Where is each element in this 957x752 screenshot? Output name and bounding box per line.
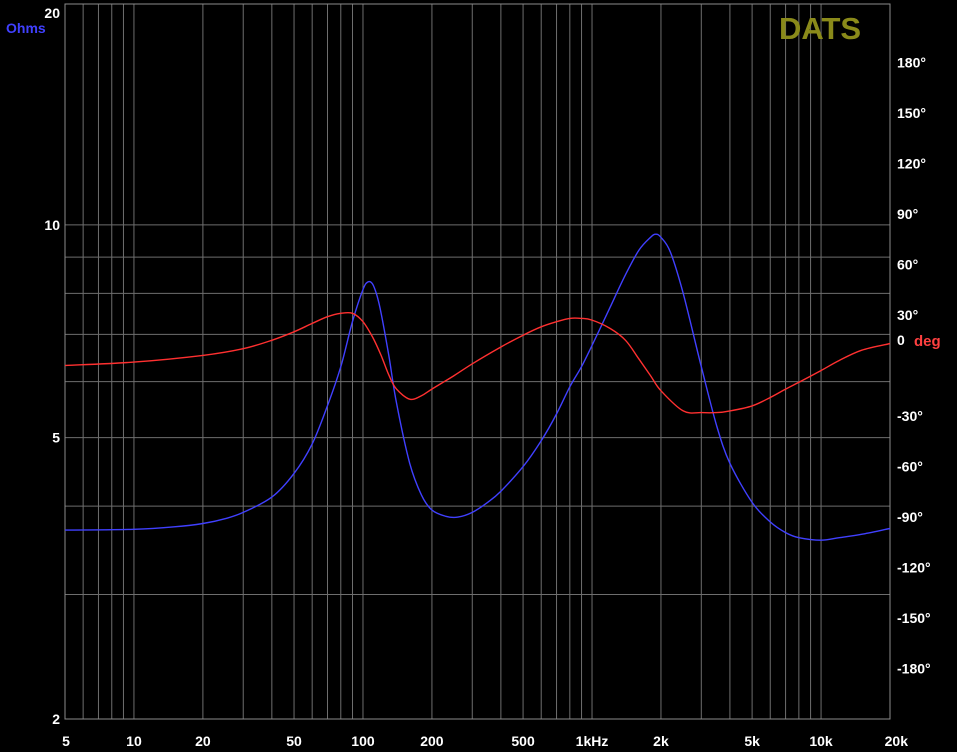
x-tick-label: 2k	[653, 733, 669, 749]
left-tick-label: 10	[44, 217, 60, 233]
right-tick-label: -60°	[897, 459, 923, 475]
right-tick-label: -180°	[897, 661, 931, 677]
left-tick-label: 20	[44, 5, 60, 21]
right-tick-label: -150°	[897, 610, 931, 626]
right-tick-label: 60°	[897, 257, 918, 273]
chart-background	[0, 0, 957, 752]
x-tick-label: 1kHz	[576, 733, 609, 749]
right-tick-label: 180°	[897, 55, 926, 71]
right-axis-unit-label: deg	[914, 333, 941, 350]
right-tick-label: 120°	[897, 156, 926, 172]
x-tick-label: 100	[351, 733, 375, 749]
x-tick-label: 5k	[744, 733, 760, 749]
x-tick-label: 20	[195, 733, 211, 749]
left-tick-label: 5	[52, 430, 60, 446]
x-tick-label: 20k	[885, 733, 909, 749]
dats-logo: DATS	[779, 11, 861, 46]
x-tick-label: 10k	[809, 733, 833, 749]
x-tick-label: 50	[286, 733, 302, 749]
right-tick-label: 30°	[897, 307, 918, 323]
x-tick-label: 500	[511, 733, 535, 749]
x-tick-label: 5	[62, 733, 70, 749]
x-tick-label: 10	[126, 733, 142, 749]
right-tick-label: 150°	[897, 105, 926, 121]
right-tick-label: -30°	[897, 408, 923, 424]
x-tick-label: 200	[420, 733, 444, 749]
left-tick-label: 2	[52, 711, 60, 727]
right-tick-label: -120°	[897, 560, 931, 576]
left-axis-unit-label: Ohms	[6, 20, 46, 36]
right-tick-label: 90°	[897, 206, 918, 222]
right-tick-label: -90°	[897, 509, 923, 525]
impedance-phase-chart: 201052 180°150°120°90°60°30°-30°-60°-90°…	[0, 0, 957, 752]
right-axis-zero-label: 0	[897, 332, 905, 348]
